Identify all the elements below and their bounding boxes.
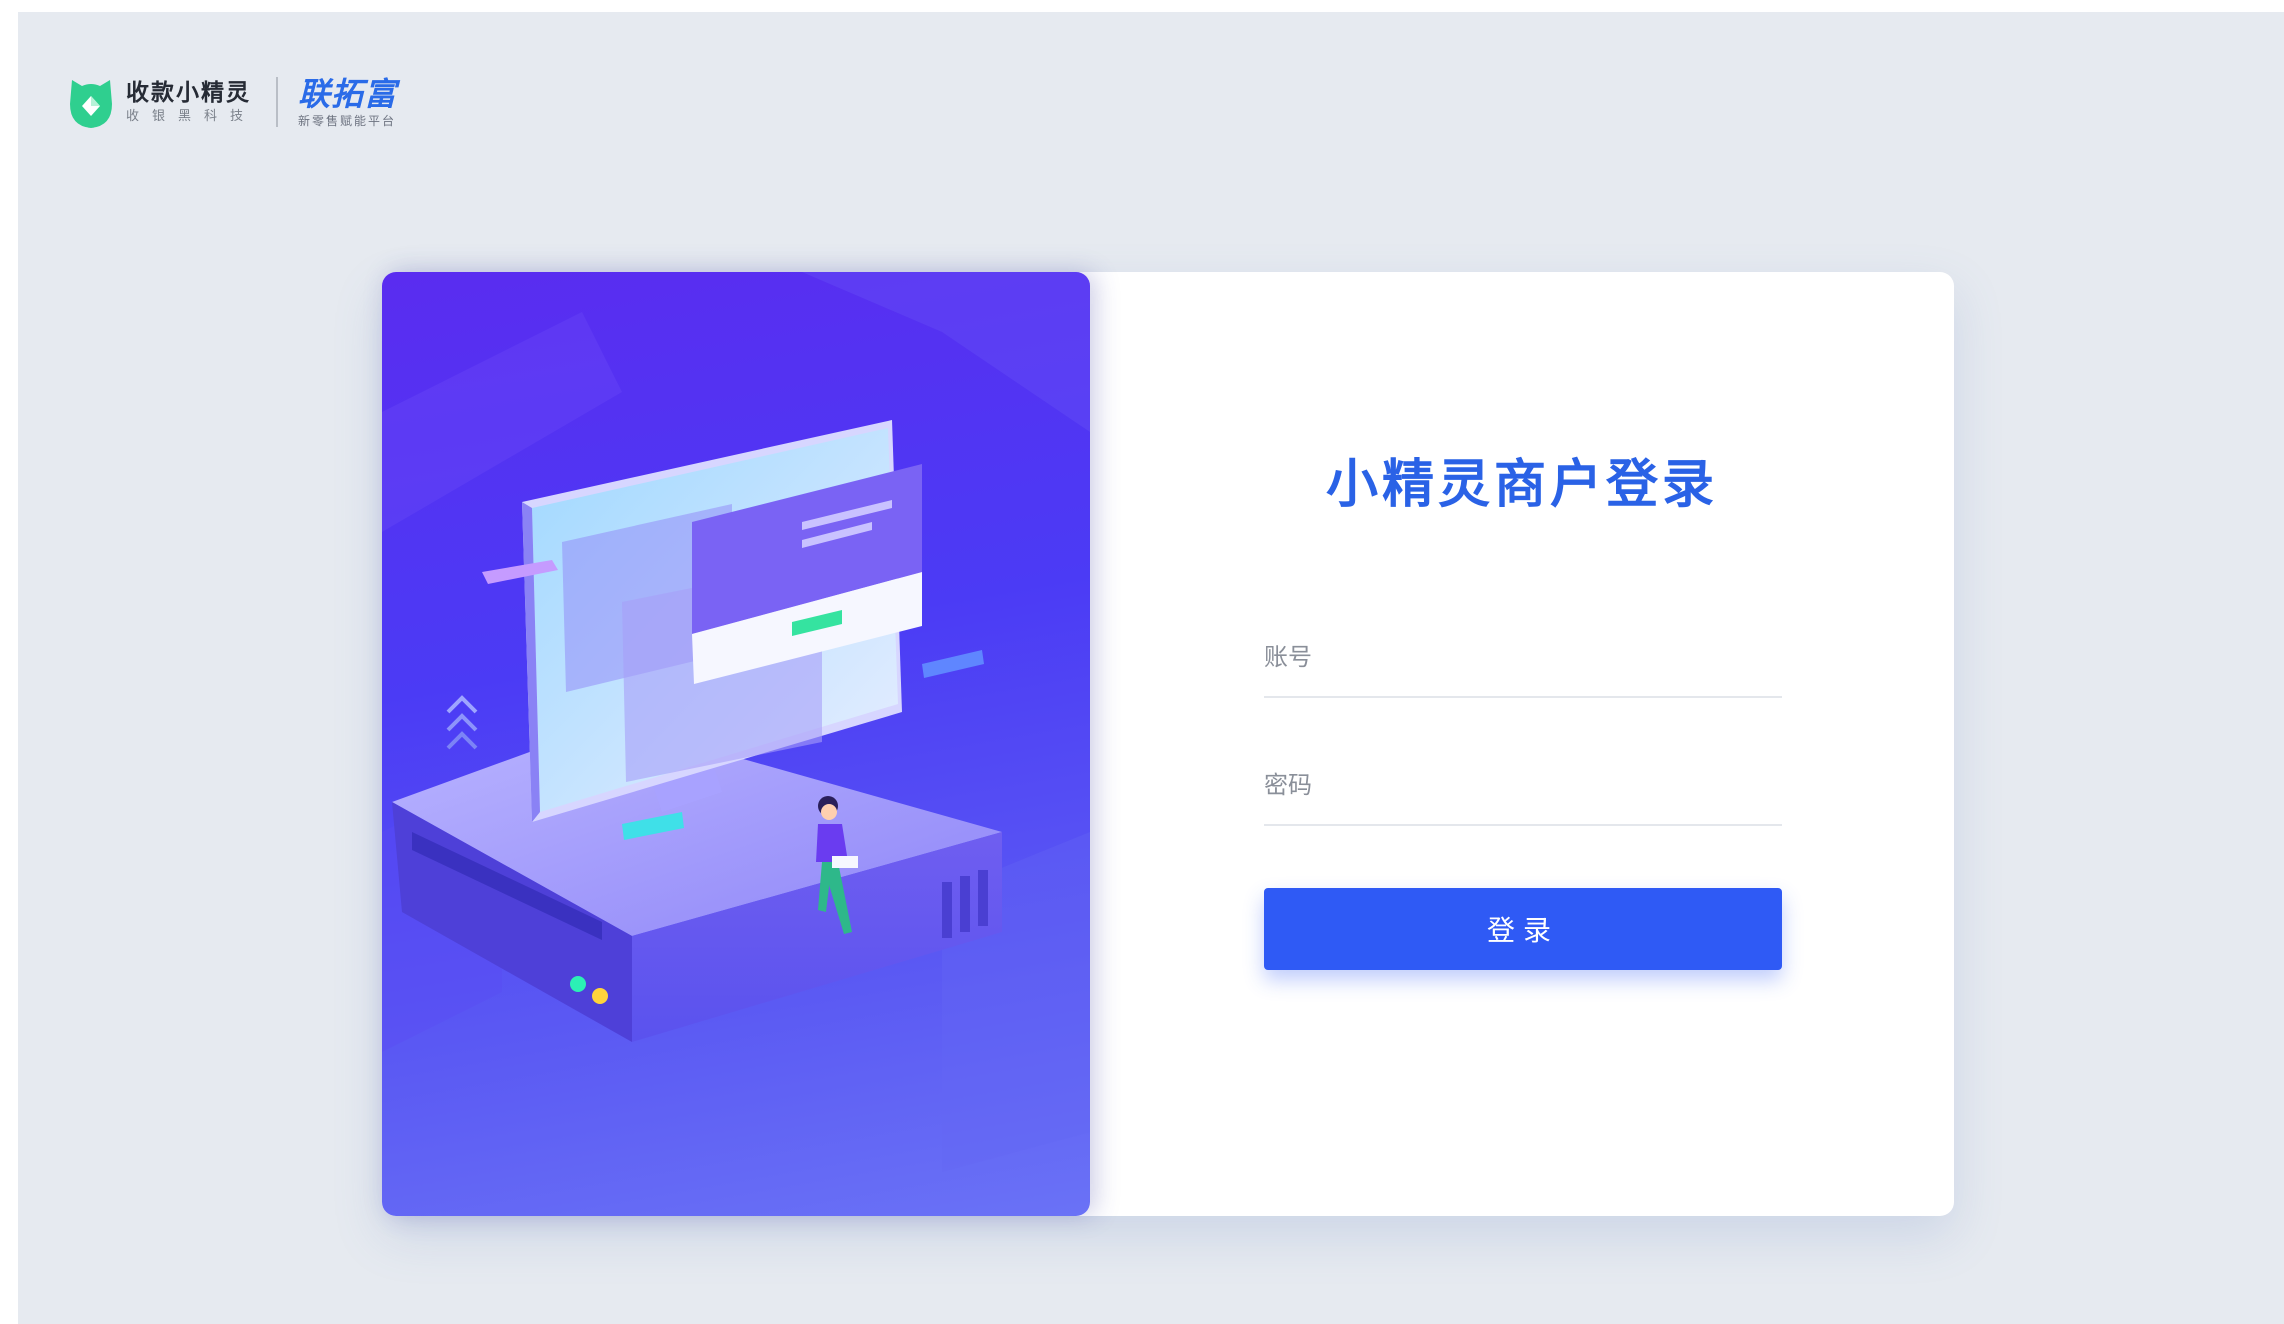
- page-background: 收款小精灵 收银黑科技 联拓富 新零售赋能平台 小精灵商户登录 账号 登录: [18, 12, 2284, 1324]
- login-card: 小精灵商户登录 登录: [382, 272, 1954, 1216]
- login-title: 小精灵商户登录: [1325, 455, 1718, 515]
- password-field: [1264, 746, 1782, 826]
- brand-divider: [276, 77, 279, 127]
- brand-logo-icon: [66, 74, 116, 130]
- brand-header: 收款小精灵 收银黑科技 联拓富 新零售赋能平台: [66, 62, 397, 142]
- isometric-computer-illustration: [382, 272, 1090, 1172]
- brand-title: 收款小精灵: [126, 80, 251, 106]
- login-form: 小精灵商户登录 登录: [1090, 272, 1954, 1216]
- illustration-panel: [382, 272, 1090, 1216]
- account-field: [1264, 618, 1782, 698]
- login-button[interactable]: 登录: [1264, 888, 1782, 970]
- brand-subtitle: 收银黑科技: [126, 109, 257, 124]
- account-input[interactable]: [1264, 618, 1782, 696]
- password-input[interactable]: [1264, 746, 1782, 824]
- partner-subtitle: 新零售赋能平台: [298, 114, 397, 128]
- partner-logo-title: 联拓富: [298, 75, 398, 113]
